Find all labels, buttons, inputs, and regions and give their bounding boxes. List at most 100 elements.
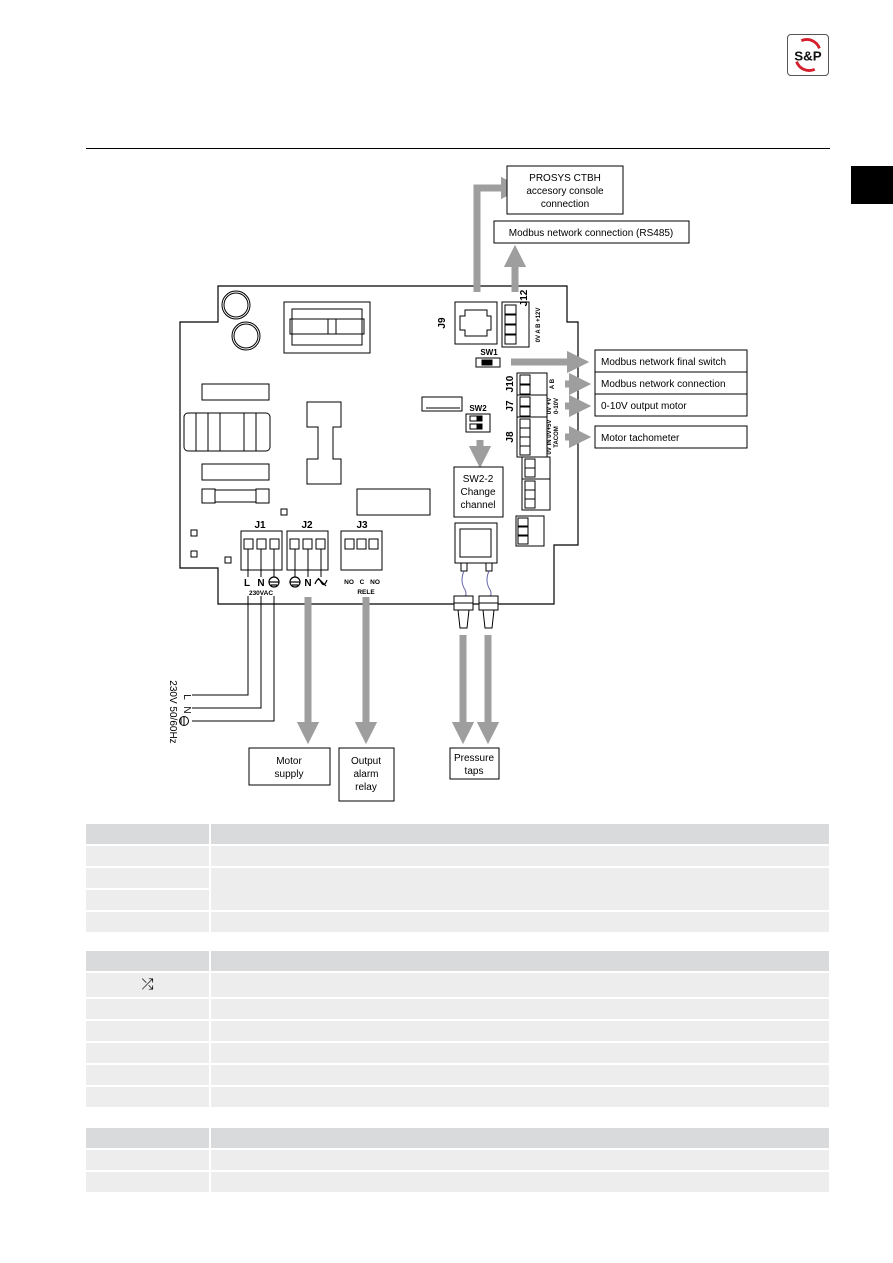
svg-text:Modbus network connection (RS4: Modbus network connection (RS485) (509, 228, 674, 239)
table-header-row (86, 951, 829, 971)
pressure-sensor (454, 522, 498, 572)
table-cell (211, 824, 829, 844)
j1-voltage-label: 230VAC (249, 590, 273, 597)
table-cell (211, 1150, 829, 1170)
table-cell (86, 912, 211, 932)
svg-text:Pressure: Pressure (454, 753, 494, 764)
j12-connector (501, 301, 530, 348)
sw1-label: SW1 (480, 348, 498, 357)
table-cell (211, 999, 829, 1019)
svg-text:SW2-2: SW2-2 (463, 474, 494, 485)
callout-modbus-rs485: Modbus network connection (RS485) (493, 220, 690, 244)
table-cell (86, 1065, 211, 1085)
capacitor-icon (221, 290, 261, 351)
connections-table-1 (86, 822, 829, 934)
control-board-wiring-diagram: J9 J12 0V A B +12V SW1 J10 J7 J8 A B 0V … (167, 165, 748, 802)
component-block (356, 488, 431, 516)
resistor-component (183, 383, 271, 481)
mains-l-label: L (181, 694, 192, 700)
table-cell (86, 1043, 211, 1063)
test-pad (190, 508, 288, 564)
j10-connector (516, 372, 548, 396)
table-cell (86, 999, 211, 1019)
j10-label: J10 (505, 375, 516, 392)
callout-motor-supply: Motor supply (248, 747, 331, 786)
table-cell (211, 1021, 829, 1041)
fuse-icon (201, 488, 270, 504)
sw2-dip-switch[interactable] (465, 413, 491, 433)
j7-pin-labels: 0V +V (547, 398, 553, 415)
table-cell (211, 951, 829, 971)
j3-terminal-block (340, 530, 383, 571)
motor-phase-icon (314, 577, 328, 587)
svg-text:Change: Change (460, 487, 495, 498)
pin-header (421, 396, 463, 412)
svg-text:relay: relay (355, 782, 377, 793)
earth-ground-icon (289, 576, 301, 588)
mains-wiring (192, 596, 275, 722)
table-cell (86, 868, 211, 888)
table-cell (86, 1087, 211, 1107)
svg-text:supply: supply (275, 769, 304, 780)
j1-pin-l: L (244, 578, 250, 589)
j12-pin-labels: 0V A B +12V (536, 308, 542, 343)
svg-text:connection: connection (541, 199, 589, 210)
j3-pin-c: C (360, 579, 365, 586)
table-row (86, 868, 829, 910)
svg-text:0-10V output motor: 0-10V output motor (601, 401, 687, 412)
auxiliary-connector (515, 456, 551, 547)
table-cell (86, 890, 211, 910)
j9-connector (454, 301, 498, 345)
earth-ground-icon (179, 716, 189, 726)
connections-table-2: ⤮ (86, 949, 829, 1109)
svg-text:Output: Output (351, 756, 381, 767)
table-row (86, 1065, 829, 1085)
callout-pressure-taps: Pressure taps (449, 747, 500, 780)
table-cell (86, 1172, 211, 1192)
j3-label: J3 (356, 520, 368, 531)
table-cell (86, 846, 211, 866)
table-cell (211, 1065, 829, 1085)
pressure-tap-fitting (453, 570, 499, 629)
table-cell (211, 846, 829, 866)
relay-component (283, 301, 371, 354)
j2-label: J2 (301, 520, 313, 531)
motor-phase-icon: ⤮ (86, 973, 211, 997)
table-cell (211, 868, 829, 910)
sw1-dip-switch[interactable] (475, 357, 501, 368)
j9-label: J9 (437, 317, 448, 329)
table-cell (86, 1150, 211, 1170)
svg-text:Modbus network connection: Modbus network connection (601, 379, 726, 390)
j3-pin-no2: NO (370, 579, 380, 586)
table-header-row (86, 1128, 829, 1148)
table-cell (211, 1087, 829, 1107)
mains-spec-label: 230V 50/60Hz (167, 680, 178, 743)
table-row (86, 846, 829, 866)
table-row (86, 1172, 829, 1192)
callout-alarm-relay: Output alarm relay (338, 747, 395, 802)
j7-label: J7 (505, 400, 516, 412)
table-row (86, 912, 829, 932)
table-cell (86, 1021, 211, 1041)
connections-table-3 (86, 1126, 829, 1194)
table-row (86, 1043, 829, 1063)
callout-prosys: PROSYS CTBH accesory console connection (506, 165, 624, 215)
table-cell (211, 1128, 829, 1148)
j7-range-label: 0-10V (554, 398, 560, 414)
j1-label: J1 (254, 520, 266, 531)
table-row: ⤮ (86, 973, 829, 997)
sw2-label: SW2 (469, 404, 487, 413)
j8-name-label: TACOM (554, 426, 560, 448)
j8-label: J8 (505, 431, 516, 443)
j2-terminal-block (286, 530, 329, 577)
table-cell (211, 1172, 829, 1192)
mains-n-label: N (181, 706, 192, 713)
table-cell (86, 951, 211, 971)
j7-connector (516, 394, 548, 418)
table-row (86, 1150, 829, 1170)
pcb-outline (179, 285, 579, 605)
j3-pin-no1: NO (344, 579, 354, 586)
svg-text:Motor tachometer: Motor tachometer (601, 433, 680, 444)
svg-text:accesory console: accesory console (526, 186, 604, 197)
j2-pin-n: N (304, 578, 311, 589)
